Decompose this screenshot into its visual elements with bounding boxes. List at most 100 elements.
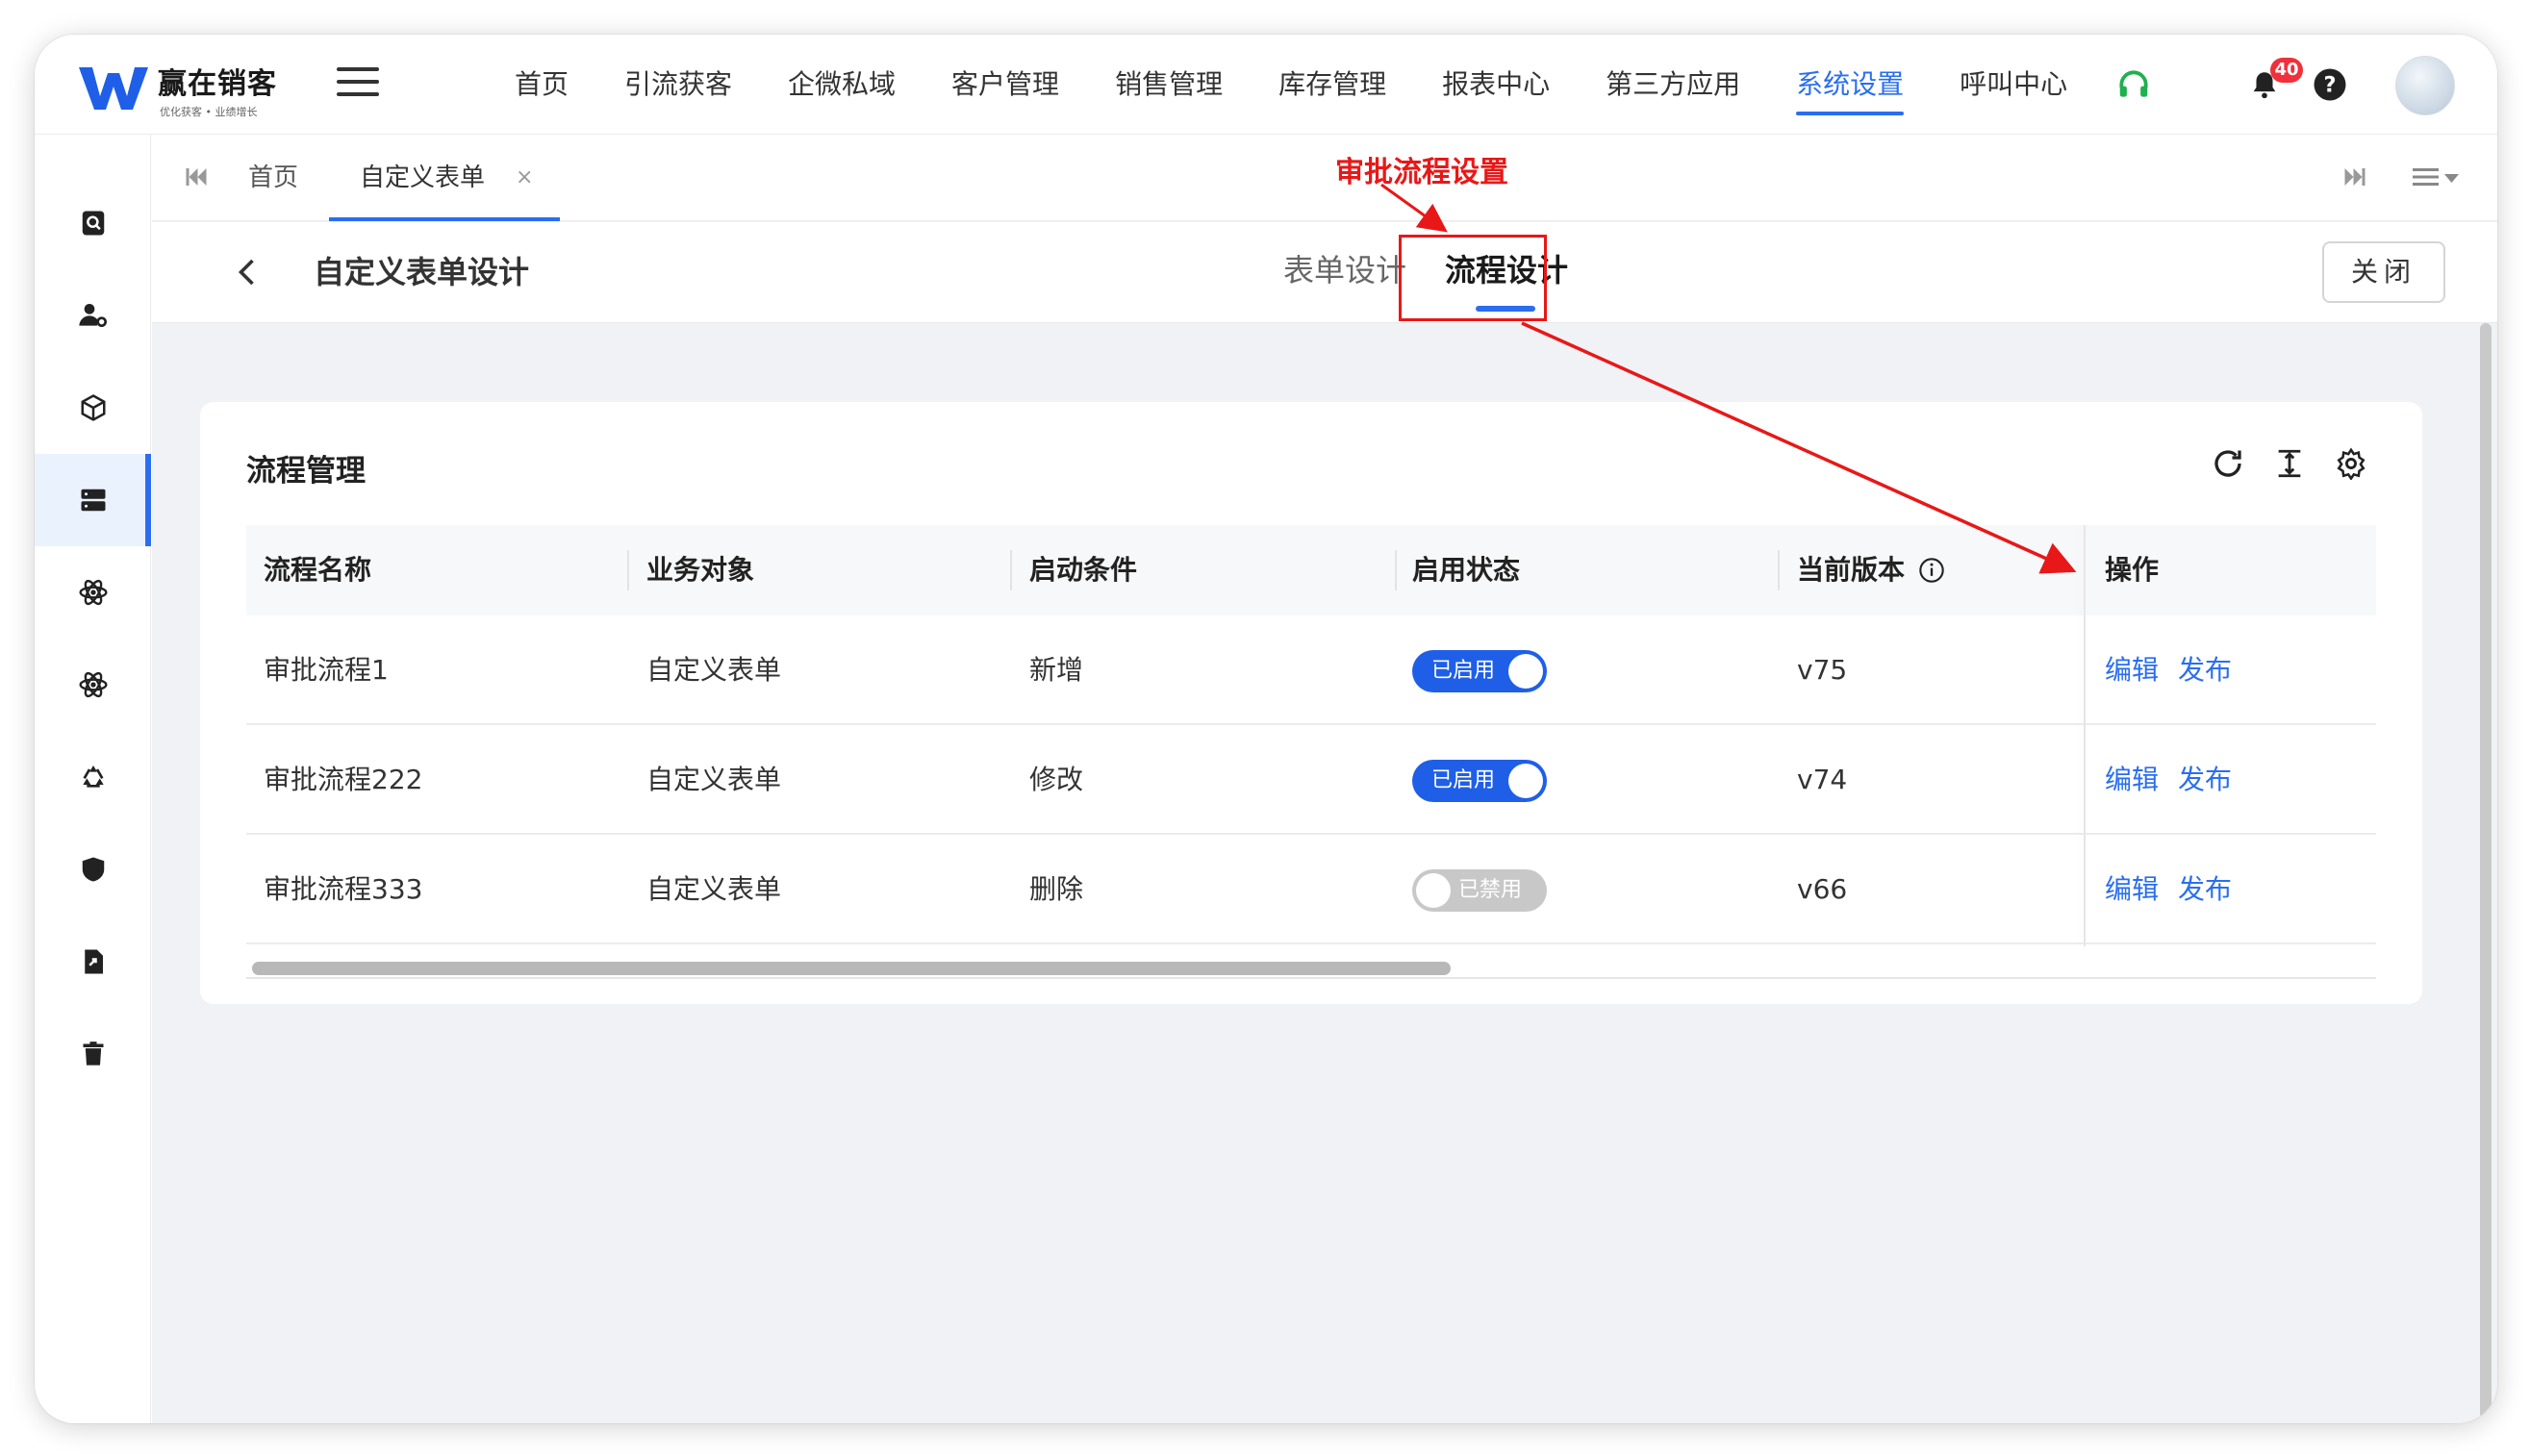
card-toolbar xyxy=(2207,442,2391,485)
back-arrow-icon[interactable] xyxy=(231,253,266,291)
sidebar-item-search[interactable] xyxy=(35,177,151,269)
nav-item-9[interactable]: 呼叫中心 xyxy=(1932,35,2095,135)
col-header-condition: 启动条件 xyxy=(1029,554,1138,586)
status-toggle-label: 已禁用 xyxy=(1458,878,1523,902)
logo[interactable]: 赢在销客 优化获客 • 业绩增长 xyxy=(77,56,298,119)
status-toggle[interactable]: 已启用 xyxy=(1412,650,1547,692)
cell-condition: 删除 xyxy=(1029,873,1084,905)
cell-actions: 编辑 发布 xyxy=(2087,835,2251,944)
bell-icon[interactable]: 40 xyxy=(2243,58,2303,106)
toggle-knob xyxy=(1416,873,1451,908)
cell-condition: 修改 xyxy=(1029,764,1084,795)
tab-active-indicator xyxy=(329,217,560,221)
cell-object: 自定义表单 xyxy=(646,873,782,905)
cell-name: 审批流程333 xyxy=(264,873,423,905)
tabs-menu-icon[interactable] xyxy=(2409,160,2463,194)
nav-item-2[interactable]: 企微私域 xyxy=(760,35,923,135)
atom-icon-2 xyxy=(78,671,108,698)
file-export-icon xyxy=(84,949,103,974)
nav-item-3[interactable]: 客户管理 xyxy=(923,35,1087,135)
menu-toggle-icon[interactable] xyxy=(337,67,379,102)
atom-icon xyxy=(78,579,108,606)
trash-icon xyxy=(83,1042,103,1066)
shield-icon xyxy=(82,857,104,882)
table-row: 审批流程1 自定义表单 新增 已启用 v75 编辑 发布 xyxy=(246,615,2376,725)
notification-badge: 40 xyxy=(2270,58,2303,83)
column-height-icon[interactable] xyxy=(2268,442,2311,485)
cube-icon xyxy=(81,394,105,421)
close-button[interactable]: 关闭 xyxy=(2322,241,2445,303)
avatar[interactable] xyxy=(2395,56,2455,115)
nav-item-1[interactable]: 引流获客 xyxy=(596,35,760,135)
logo-slogan: 优化获客 • 业绩增长 xyxy=(160,106,258,118)
cell-actions: 编辑 发布 xyxy=(2087,615,2251,725)
user-settings-icon xyxy=(78,304,107,327)
publish-link[interactable]: 发布 xyxy=(2178,654,2232,686)
col-header-name: 流程名称 xyxy=(264,554,372,586)
horizontal-scrollbar[interactable] xyxy=(252,962,1451,975)
cell-name: 审批流程1 xyxy=(264,654,389,686)
col-header-actions: 操作 xyxy=(2105,554,2160,586)
cell-object: 自定义表单 xyxy=(646,764,782,795)
scroll-tabs-left-icon[interactable] xyxy=(179,160,214,194)
table-header: 流程名称 业务对象 启动条件 启用状态 当前版本 操作 xyxy=(246,525,2376,615)
cell-actions: 编辑 发布 xyxy=(2087,725,2251,835)
toggle-knob xyxy=(1508,764,1543,798)
nav-item-7[interactable]: 第三方应用 xyxy=(1578,35,1768,135)
sidebar-item-trash[interactable] xyxy=(35,1008,151,1100)
tab-close-icon[interactable]: × xyxy=(516,135,533,221)
status-toggle[interactable]: 已禁用 xyxy=(1412,869,1547,912)
cell-name: 审批流程222 xyxy=(264,764,423,795)
sidebar-item-server[interactable] xyxy=(35,454,151,546)
recycle-icon xyxy=(82,766,104,788)
main-area: 首页 自定义表单 × 自定义表单设计 表单设计 流程设计 关闭 流程管理 流程名… xyxy=(152,135,2497,1423)
annotation-label: 审批流程设置 xyxy=(1335,156,1508,189)
sidebar-item-cube[interactable] xyxy=(35,362,151,454)
cell-condition: 新增 xyxy=(1029,654,1084,686)
tab-custom-form[interactable]: 自定义表单 xyxy=(360,135,485,221)
publish-link[interactable]: 发布 xyxy=(2178,873,2232,905)
publish-link[interactable]: 发布 xyxy=(2178,764,2232,795)
page-title: 自定义表单设计 xyxy=(314,254,530,290)
tab-home[interactable]: 首页 xyxy=(248,135,298,221)
sidebar-item-atom-1[interactable] xyxy=(35,546,151,639)
table-row: 审批流程333 自定义表单 删除 已禁用 v66 编辑 发布 xyxy=(246,835,2376,944)
edit-link[interactable]: 编辑 xyxy=(2105,873,2159,905)
vertical-scrollbar[interactable] xyxy=(2480,323,2492,1419)
page-header: 自定义表单设计 表单设计 流程设计 关闭 xyxy=(152,222,2497,323)
edit-link[interactable]: 编辑 xyxy=(2105,654,2159,686)
sidebar-item-recycle[interactable] xyxy=(35,731,151,823)
info-icon[interactable] xyxy=(1918,557,1945,584)
tab-form-design[interactable]: 表单设计 xyxy=(1283,222,1406,323)
logo-w-icon xyxy=(79,67,148,110)
nav-item-5[interactable]: 库存管理 xyxy=(1251,35,1414,135)
refresh-icon[interactable] xyxy=(2207,442,2249,485)
col-header-object: 业务对象 xyxy=(646,554,755,586)
flow-management-card: 流程管理 流程名称 业务对象 启动条件 启用状态 当前版本 操作 审批流程1 自… xyxy=(200,402,2422,1004)
edit-link[interactable]: 编辑 xyxy=(2105,764,2159,795)
server-icon xyxy=(81,489,105,512)
sidebar-item-file-export[interactable] xyxy=(35,916,151,1008)
nav-item-8[interactable]: 系统设置 xyxy=(1768,35,1932,135)
nav-item-6[interactable]: 报表中心 xyxy=(1414,35,1578,135)
toggle-knob xyxy=(1508,654,1543,689)
nav-item-4[interactable]: 销售管理 xyxy=(1087,35,1251,135)
scroll-tabs-right-icon[interactable] xyxy=(2338,160,2372,194)
fixed-column-divider xyxy=(2084,525,2086,946)
dark-mode-icon[interactable] xyxy=(2178,63,2220,106)
header-actions: 40 ? xyxy=(2113,58,2374,106)
headset-icon[interactable] xyxy=(2113,63,2155,106)
annotation-highlight-box xyxy=(1399,235,1547,321)
sidebar-item-atom-2[interactable] xyxy=(35,639,151,731)
svg-text:?: ? xyxy=(2323,73,2336,98)
col-header-status: 启用状态 xyxy=(1412,554,1521,586)
sidebar-item-user-settings[interactable] xyxy=(35,269,151,362)
sidebar-item-shield[interactable] xyxy=(35,823,151,916)
cell-version: v74 xyxy=(1797,764,1848,795)
table-row: 审批流程222 自定义表单 修改 已启用 v74 编辑 发布 xyxy=(246,725,2376,835)
status-toggle[interactable]: 已启用 xyxy=(1412,760,1547,802)
card-title: 流程管理 xyxy=(246,454,366,489)
settings-gear-icon[interactable] xyxy=(2330,442,2372,485)
nav-item-0[interactable]: 首页 xyxy=(487,35,596,135)
help-icon[interactable]: ? xyxy=(2309,63,2351,106)
